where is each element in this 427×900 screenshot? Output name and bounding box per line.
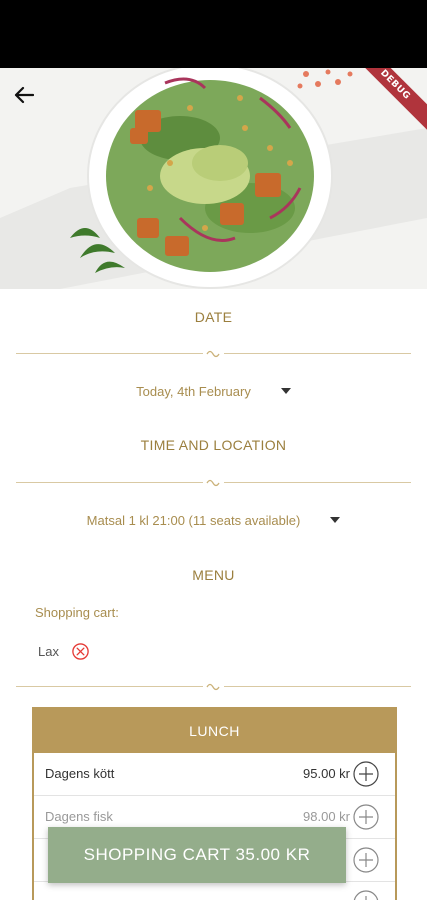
menu-item-name: Dagens kött [45,766,115,781]
ornament-icon [206,683,220,691]
menu-item-row: Dagens kött 95.00 kr [34,753,395,796]
ornament-icon [206,479,220,487]
lunch-menu-header: LUNCH [34,709,395,753]
cart-item: Lax [38,640,90,662]
menu-section-title: MENU [192,567,235,583]
time-location-dropdown-value: Matsal 1 kl 21:00 (11 seats available) [86,512,301,528]
date-dropdown-value: Today, 4th February [136,383,251,399]
menu-item-name: Dagens fisk [45,809,113,824]
arrow-left-icon [14,86,34,104]
menu-item-price: 98.00 kr [303,809,350,824]
cart-item-name: Lax [38,643,59,659]
hero-image: DEBUG [0,68,427,289]
add-item-icon[interactable] [353,804,379,830]
date-section-title: DATE [194,309,233,325]
divider [16,477,411,489]
remove-item-icon[interactable] [71,642,90,661]
divider [16,348,411,360]
add-item-icon[interactable] [353,761,379,787]
add-item-icon[interactable] [353,890,379,900]
menu-item-row [34,882,395,900]
divider [16,681,411,693]
time-location-section-title: TIME AND LOCATION [140,437,287,453]
ornament-icon [206,350,220,358]
time-location-dropdown[interactable]: Matsal 1 kl 21:00 (11 seats available) [0,508,427,532]
status-bar [0,0,427,68]
caret-down-icon [330,517,341,523]
back-button[interactable] [14,86,48,112]
shopping-cart-button[interactable]: SHOPPING CART 35.00 KR [48,827,346,883]
add-item-icon[interactable] [353,847,379,873]
menu-item-price: 95.00 kr [303,766,350,781]
date-dropdown[interactable]: Today, 4th February [0,379,427,403]
shopping-cart-label: Shopping cart: [35,605,119,620]
caret-down-icon [280,388,291,394]
salad-image [0,68,427,289]
